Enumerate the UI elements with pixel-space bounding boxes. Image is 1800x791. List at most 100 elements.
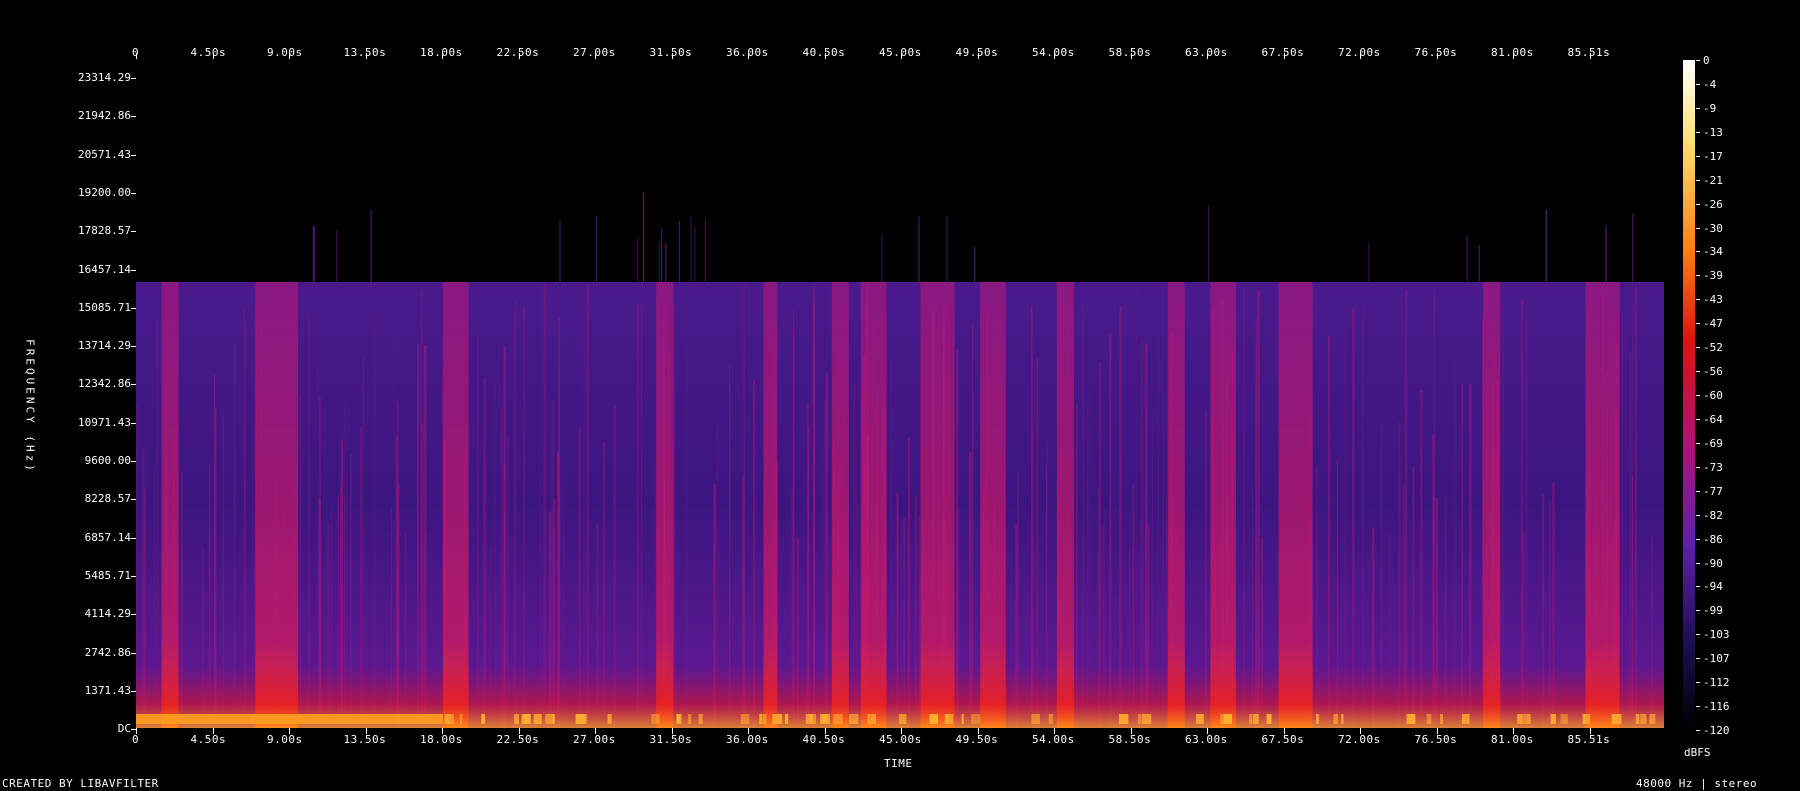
y-tick-label: 21942.86	[78, 109, 131, 123]
x-tick-mark	[595, 728, 596, 734]
y-tick-mark	[131, 116, 136, 118]
colorbar-tick-mark	[1696, 299, 1700, 301]
hf-spike	[704, 220, 707, 282]
y-tick-label: 17828.57	[78, 224, 131, 238]
loud-segment	[1210, 282, 1236, 728]
credit-text: CREATED BY LIBAVFILTER	[2, 777, 159, 790]
x-tick-label: 49.50s	[955, 733, 999, 746]
low-freq-burst	[1118, 714, 1129, 724]
spectrum-streak	[583, 313, 585, 728]
y-axis-label: FREQUENCY (Hz)	[23, 339, 37, 474]
low-freq-burst	[533, 714, 542, 724]
low-freq-burst	[1526, 714, 1531, 724]
colorbar-tick-label: -34	[1703, 245, 1723, 259]
spectrum-streak	[641, 298, 642, 728]
spectrum-streak	[373, 310, 376, 728]
x-tick-label: 67.50s	[1261, 733, 1305, 746]
low-freq-energy	[136, 714, 443, 724]
x-tick-label: 27.00s	[573, 733, 616, 746]
spectrum-streak	[156, 314, 158, 728]
y-tick-label: 6857.14	[84, 530, 131, 544]
low-freq-burst	[1550, 714, 1556, 724]
x-axis-label: TIME	[884, 757, 913, 770]
low-freq-burst	[1517, 714, 1523, 724]
y-tick-label: 10971.43	[78, 415, 131, 429]
colorbar-tick-label: -17	[1703, 149, 1723, 163]
colorbar-tick-mark	[1696, 634, 1700, 636]
spectrum-streak	[1625, 315, 1627, 728]
low-freq-burst	[1316, 714, 1320, 724]
colorbar-tick-label: -13	[1703, 125, 1723, 139]
y-tick-mark	[131, 422, 136, 424]
low-freq-burst	[740, 714, 750, 724]
low-freq-burst	[521, 714, 529, 724]
x-tick-mark	[1589, 53, 1591, 59]
colorbar-tick-mark	[1696, 155, 1700, 157]
y-tick-mark	[131, 269, 136, 271]
x-tick-label: 13.50s	[343, 733, 387, 746]
colorbar-tick-mark	[1696, 131, 1700, 133]
hf-spike	[1632, 213, 1634, 282]
colorbar-tick-label: -56	[1703, 365, 1723, 379]
hf-spike	[661, 228, 663, 282]
low-freq-burst	[1249, 714, 1253, 724]
colorbar-tick-mark	[1696, 490, 1700, 492]
y-tick-mark	[131, 231, 136, 233]
spectrum-streak	[1255, 317, 1257, 728]
spectrum-streak	[308, 309, 310, 728]
spectrum-streak	[1243, 289, 1245, 728]
x-tick-mark	[595, 53, 596, 59]
x-tick-mark	[1283, 728, 1285, 734]
y-tick-mark	[131, 346, 136, 348]
low-freq-burst	[1640, 714, 1647, 724]
y-tick-mark	[131, 690, 136, 692]
x-tick-label: 81.00s	[1491, 733, 1534, 746]
colorbar-tick-mark	[1696, 60, 1700, 61]
low-freq-burst	[1141, 714, 1152, 724]
low-freq-burst	[688, 714, 692, 724]
x-tick-label: 40.50s	[802, 733, 846, 746]
hf-spike	[1545, 209, 1547, 282]
hf-spike	[596, 216, 598, 282]
x-tick-label: 31.50s	[649, 733, 693, 746]
colorbar-tick-label: -77	[1703, 484, 1723, 498]
spectrum-streak	[792, 309, 794, 728]
hf-spike	[1466, 235, 1468, 282]
y-tick-mark	[131, 729, 136, 731]
y-tick-label: 9600.00	[84, 454, 131, 467]
low-freq-burst	[762, 714, 767, 724]
low-freq-burst	[961, 714, 964, 724]
low-freq-burst	[1252, 714, 1259, 724]
colorbar-tick-label: 0	[1703, 54, 1710, 67]
x-tick-label: 58.50s	[1108, 733, 1152, 746]
colorbar-tick-label: -9	[1703, 101, 1717, 115]
y-tick-label: 19200.00	[78, 185, 131, 199]
low-freq-burst	[945, 714, 950, 724]
hf-spike	[973, 246, 976, 282]
x-tick-mark	[365, 728, 367, 734]
colorbar-tick-mark	[1696, 538, 1700, 540]
colorbar-tick-mark	[1696, 730, 1700, 731]
colorbar-tick-mark	[1696, 562, 1700, 564]
spectrum-streak	[1525, 320, 1528, 728]
spectrum-streak	[523, 306, 526, 728]
x-tick-label: 18.00s	[420, 733, 463, 746]
hf-spike	[370, 210, 372, 282]
low-freq-burst	[1220, 714, 1229, 724]
x-tick-label: 22.50s	[496, 733, 540, 746]
y-tick-mark	[131, 461, 136, 462]
spectrum-streak	[673, 303, 675, 728]
x-tick-label: 36.00s	[726, 733, 769, 746]
spectrum-streak	[244, 322, 246, 728]
low-freq-burst	[898, 714, 907, 724]
colorbar-tick-mark	[1696, 395, 1700, 396]
colorbar-tick-mark	[1696, 179, 1700, 181]
low-freq-burst	[1462, 714, 1470, 724]
colorbar-tick-label: -52	[1703, 341, 1723, 355]
hf-spike	[1208, 205, 1210, 282]
audio-info: 48000 Hz | stereo	[1636, 777, 1758, 790]
colorbar-tick-mark	[1696, 371, 1700, 373]
low-freq-burst	[676, 714, 680, 724]
low-freq-burst	[651, 714, 660, 724]
hf-spike	[1368, 243, 1370, 282]
